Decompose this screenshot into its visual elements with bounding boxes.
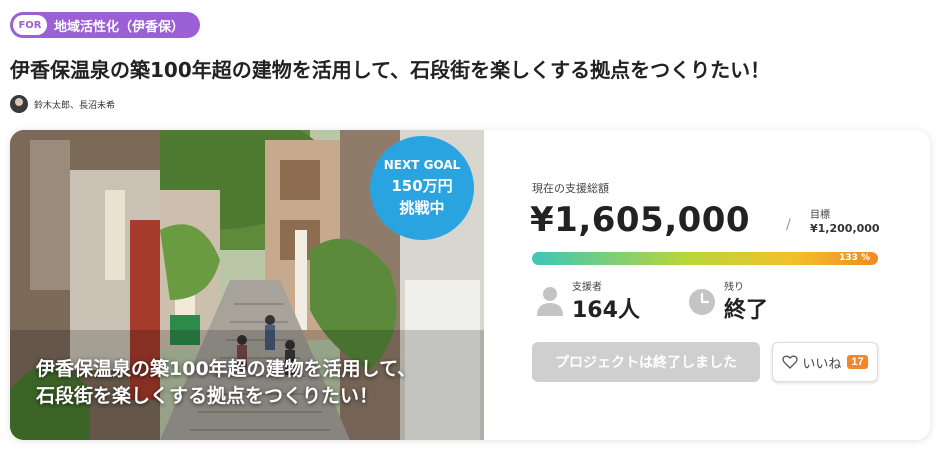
target-label: 目標 bbox=[810, 210, 830, 221]
author-block[interactable]: 鈴木太郎、長沼未希 bbox=[10, 95, 115, 113]
supporters-value: 164人 bbox=[572, 298, 640, 323]
like-button[interactable]: いいね 17 bbox=[772, 342, 878, 382]
remaining-value: 終了 bbox=[724, 298, 769, 323]
progress-percent: 133 % bbox=[839, 253, 870, 263]
like-label: いいね bbox=[802, 355, 842, 371]
target-value: ¥1,200,000 bbox=[810, 222, 880, 235]
total-label: 現在の支援総額 bbox=[532, 182, 609, 195]
project-title: 伊香保温泉の築100年超の建物を活用して、石段街を楽しくする拠点をつくりたい！ bbox=[10, 58, 771, 82]
tag-for-label: FOR bbox=[13, 15, 47, 35]
hero-caption: 伊香保温泉の築100年超の建物を活用して、 石段街を楽しくする拠点をつくりたい！ bbox=[36, 356, 416, 410]
tag-category-text: 地域活性化（伊香保） bbox=[54, 19, 185, 35]
remaining-label: 残り bbox=[724, 282, 744, 293]
author-avatar bbox=[10, 95, 28, 113]
person-icon bbox=[537, 287, 563, 316]
category-tag[interactable]: FOR 地域活性化（伊香保） bbox=[10, 12, 200, 38]
clock-icon bbox=[689, 289, 715, 315]
total-amount: ¥1,605,000 bbox=[530, 200, 751, 240]
goal-badge-title: NEXT GOAL bbox=[383, 158, 461, 172]
project-card: 伊香保温泉の築100年超の建物を活用して、 石段街を楽しくする拠点をつくりたい！… bbox=[10, 130, 930, 440]
next-goal-badge: NEXT GOAL 150万円 挑戦中 bbox=[370, 136, 474, 240]
project-ended-button[interactable]: プロジェクトは終了しました bbox=[532, 342, 760, 382]
progress-fill bbox=[532, 252, 878, 265]
hero-image: 伊香保温泉の築100年超の建物を活用して、 石段街を楽しくする拠点をつくりたい！… bbox=[10, 130, 484, 440]
hero-caption-line-2: 石段街を楽しくする拠点をつくりたい！ bbox=[36, 385, 379, 407]
amount-separator: / bbox=[786, 217, 791, 233]
author-names: 鈴木太郎、長沼未希 bbox=[34, 100, 116, 111]
goal-badge-amount: 150万円 bbox=[391, 177, 453, 195]
goal-badge-status: 挑戦中 bbox=[399, 199, 445, 217]
heart-icon bbox=[782, 355, 799, 369]
like-count-badge: 17 bbox=[847, 355, 868, 369]
funding-progress-bar: 133 % bbox=[532, 252, 878, 265]
hero-caption-line-1: 伊香保温泉の築100年超の建物を活用して、 bbox=[36, 358, 417, 380]
funding-info: 現在の支援総額 ¥1,605,000 / 目標 ¥1,200,000 133 %… bbox=[484, 130, 930, 440]
supporters-label: 支援者 bbox=[572, 282, 602, 293]
